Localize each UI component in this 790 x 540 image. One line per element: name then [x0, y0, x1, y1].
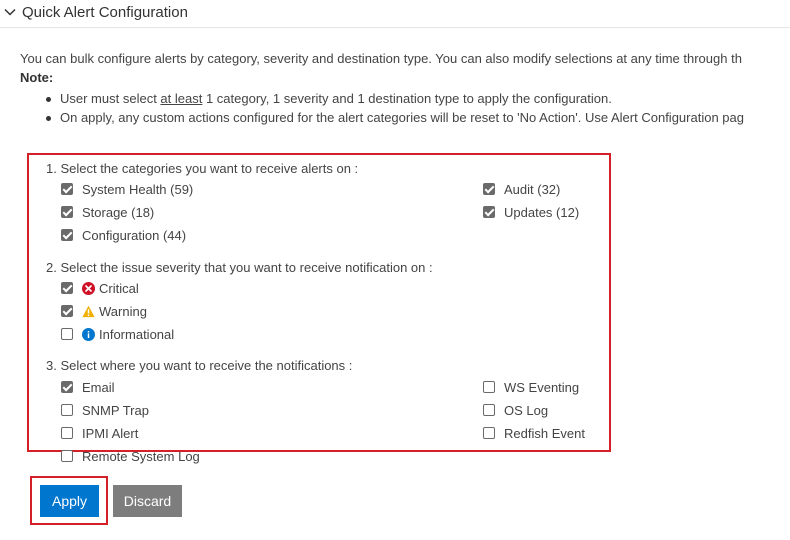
- checkbox[interactable]: [61, 206, 73, 218]
- intro-text: You can bulk configure alerts by categor…: [20, 51, 742, 66]
- checkbox-label: Configuration (44): [82, 227, 187, 243]
- severity-heading: 2. Select the issue severity that you wa…: [46, 260, 433, 275]
- destination-remote-system-log[interactable]: Remote System Log: [61, 447, 200, 465]
- checkbox-label: Redfish Event: [504, 425, 585, 441]
- checkbox-label: Email: [82, 379, 115, 395]
- checkbox-label: Informational: [99, 326, 175, 342]
- category-storage[interactable]: Storage (18): [61, 203, 154, 221]
- section-header[interactable]: Quick Alert Configuration: [0, 0, 790, 28]
- category-system-health[interactable]: System Health (59): [61, 180, 193, 198]
- info-icon: [82, 327, 95, 341]
- chevron-down-icon[interactable]: [4, 6, 16, 18]
- checkbox[interactable]: [483, 183, 495, 195]
- category-audit[interactable]: Audit (32): [483, 180, 560, 198]
- category-configuration[interactable]: Configuration (44): [61, 226, 186, 244]
- note-emphasis: at least: [160, 91, 203, 106]
- checkbox[interactable]: [61, 404, 73, 416]
- critical-icon: [82, 281, 95, 295]
- checkbox[interactable]: [61, 183, 73, 195]
- destination-email[interactable]: Email: [61, 378, 115, 396]
- bullet-dot: [46, 116, 51, 121]
- checkbox[interactable]: [61, 305, 73, 317]
- note-text: User must select: [60, 91, 161, 106]
- note-item: On apply, any custom actions configured …: [37, 110, 744, 129]
- categories-heading: 1. Select the categories you want to rec…: [46, 161, 359, 176]
- checkbox[interactable]: [483, 381, 495, 393]
- checkbox-label: IPMI Alert: [82, 425, 139, 441]
- checkbox[interactable]: [61, 282, 73, 294]
- note-item: User must select at least 1 category, 1 …: [37, 91, 744, 110]
- checkbox[interactable]: [483, 206, 495, 218]
- warning-icon: [82, 305, 95, 317]
- checkbox-label: Warning: [99, 303, 147, 319]
- note-text: 1 category, 1 severity and 1 destination…: [202, 91, 612, 106]
- apply-button[interactable]: Apply: [40, 485, 99, 517]
- checkbox-label: WS Eventing: [504, 379, 580, 395]
- destination-ipmi-alert[interactable]: IPMI Alert: [61, 424, 138, 442]
- checkbox[interactable]: [61, 381, 73, 393]
- destination-snmp-trap[interactable]: SNMP Trap: [61, 401, 149, 419]
- section-title: Quick Alert Configuration: [22, 4, 188, 21]
- checkbox-label: Audit (32): [504, 181, 561, 197]
- checkbox[interactable]: [61, 450, 73, 462]
- note-list: User must select at least 1 category, 1 …: [37, 91, 744, 129]
- severity-informational[interactable]: Informational: [61, 325, 174, 343]
- checkbox-label: Critical: [99, 280, 139, 296]
- checkbox[interactable]: [61, 229, 73, 241]
- destination-os-log[interactable]: OS Log: [483, 401, 548, 419]
- destination-ws-eventing[interactable]: WS Eventing: [483, 378, 579, 396]
- discard-button[interactable]: Discard: [113, 485, 182, 517]
- severity-critical[interactable]: Critical: [61, 279, 139, 297]
- note-label: Note:: [20, 70, 54, 85]
- checkbox-label: SNMP Trap: [82, 402, 149, 418]
- checkbox[interactable]: [61, 427, 73, 439]
- checkbox-label: Storage (18): [82, 204, 155, 220]
- note-text: On apply, any custom actions configured …: [60, 110, 744, 125]
- severity-warning[interactable]: Warning: [61, 302, 147, 320]
- checkbox-label: OS Log: [504, 402, 549, 418]
- checkbox[interactable]: [483, 427, 495, 439]
- category-updates[interactable]: Updates (12): [483, 203, 579, 221]
- destination-redfish-event[interactable]: Redfish Event: [483, 424, 585, 442]
- checkbox-label: Updates (12): [504, 204, 580, 220]
- checkbox[interactable]: [483, 404, 495, 416]
- destinations-heading: 3. Select where you want to receive the …: [46, 358, 353, 373]
- checkbox-label: System Health (59): [82, 181, 194, 197]
- checkbox-label: Remote System Log: [82, 448, 200, 464]
- checkbox[interactable]: [61, 328, 73, 340]
- bullet-dot: [46, 97, 51, 102]
